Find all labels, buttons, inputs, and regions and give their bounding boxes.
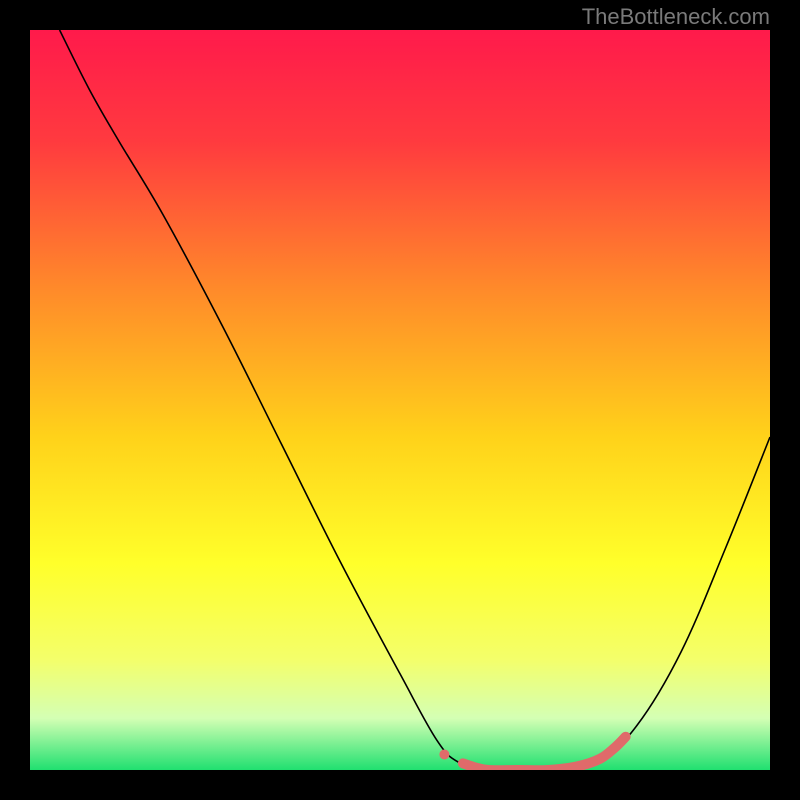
bottleneck-chart: [30, 30, 770, 770]
gradient-background: [30, 30, 770, 770]
highlight-dot: [439, 749, 449, 759]
attribution-text: TheBottleneck.com: [582, 4, 770, 30]
chart-frame: TheBottleneck.com: [0, 0, 800, 800]
